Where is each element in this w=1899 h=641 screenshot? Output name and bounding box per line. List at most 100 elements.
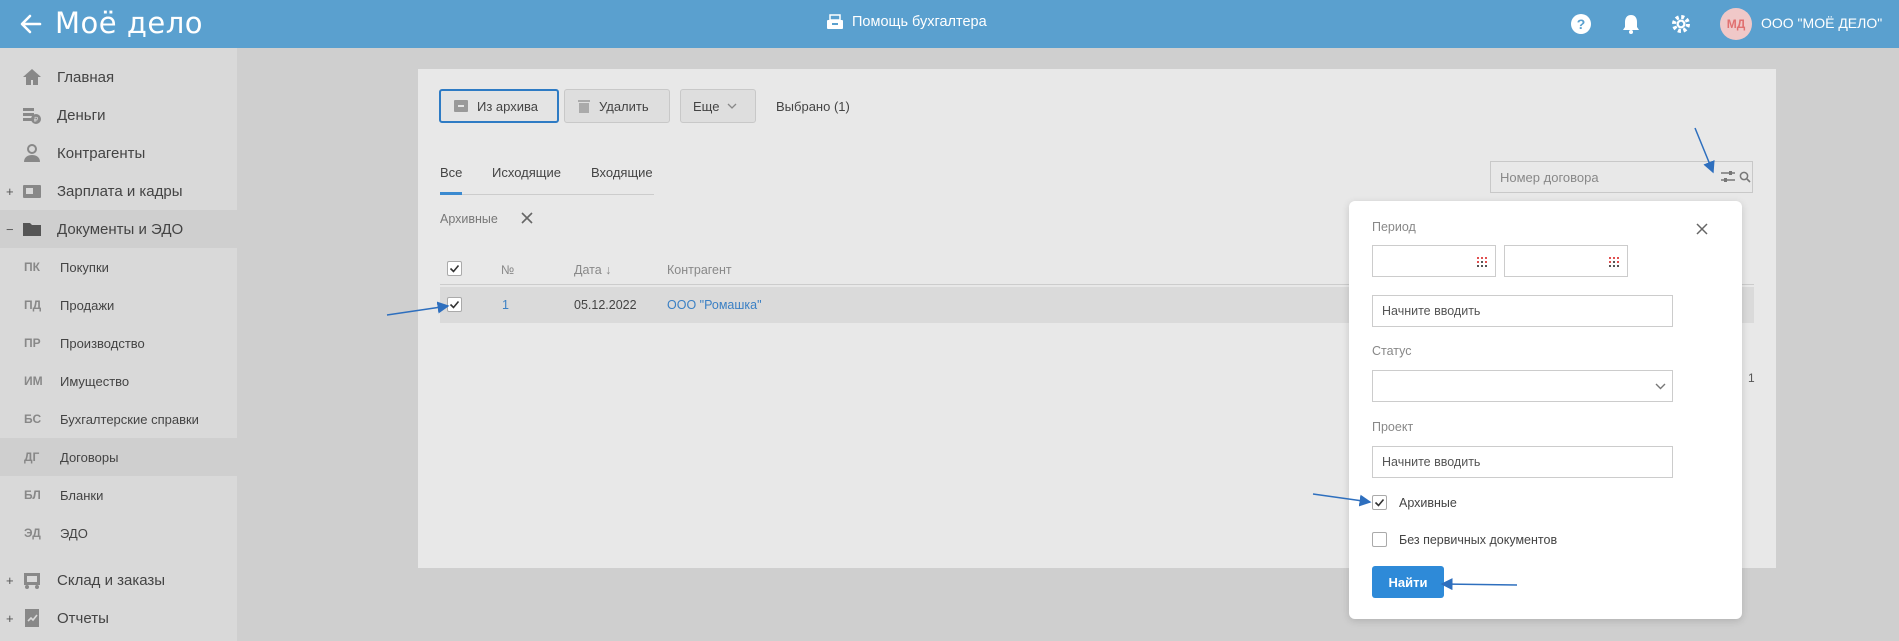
column-contractor[interactable]: Контрагент: [667, 263, 732, 277]
sidebar-item-label: Контрагенты: [57, 144, 146, 162]
sidebar-item-home[interactable]: Главная: [0, 58, 237, 96]
subitem-label: Производство: [60, 335, 145, 351]
contract-number-search-input[interactable]: Номер договора: [1490, 161, 1753, 193]
company-name[interactable]: ООО "МОЁ ДЕЛО": [1761, 15, 1882, 31]
column-date[interactable]: Дата ↓: [574, 263, 611, 277]
subitem-abbr: ПК: [24, 260, 40, 274]
sidebar-item-warehouse[interactable]: + Склад и заказы: [0, 561, 237, 599]
svg-text:?: ?: [1577, 16, 1586, 32]
delete-button[interactable]: Удалить: [564, 89, 670, 123]
subitem-abbr: ИМ: [24, 374, 43, 388]
archived-checkbox-label: Архивные: [1399, 495, 1457, 510]
sidebar-item-documents[interactable]: − Документы и ЭДО: [0, 210, 237, 248]
subitem-abbr: БЛ: [24, 488, 41, 502]
accountant-help-link[interactable]: Помощь бухгалтера: [826, 13, 987, 31]
sidebar-subitem-production[interactable]: ПР Производство: [0, 324, 237, 362]
back-arrow-icon[interactable]: [18, 11, 44, 37]
search-placeholder: Номер договора: [1500, 169, 1599, 185]
top-header: Моё дело Помощь бухгалтера ? МД ООО "МОЁ…: [0, 0, 1899, 48]
helper-label: Помощь бухгалтера: [852, 14, 987, 30]
no-primary-docs-checkbox[interactable]: [1372, 532, 1387, 547]
selected-count: Выбрано (1): [776, 99, 850, 114]
salary-icon: [23, 185, 41, 198]
filter-settings-icon[interactable]: [1720, 170, 1736, 184]
column-number[interactable]: №: [501, 263, 514, 277]
select-all-checkbox[interactable]: [447, 261, 462, 276]
notifications-bell-icon[interactable]: [1620, 13, 1642, 35]
svg-text:₽: ₽: [34, 116, 39, 124]
tab-all[interactable]: Все: [440, 165, 462, 195]
folder-icon: [23, 223, 41, 236]
sidebar-subitem-sales[interactable]: ПД Продажи: [0, 286, 237, 324]
tabs: Все Исходящие Входящие: [440, 165, 654, 195]
sidebar: Главная ₽ Деньги Контрагенты + Зарплата …: [0, 48, 237, 641]
sidebar-subitem-property[interactable]: ИМ Имущество: [0, 362, 237, 400]
project-label: Проект: [1372, 420, 1414, 434]
status-select[interactable]: [1372, 370, 1673, 402]
collapse-toggle[interactable]: −: [6, 222, 14, 237]
unarchive-button[interactable]: Из архива: [439, 89, 559, 123]
project-placeholder: Начните вводить: [1382, 455, 1481, 469]
archive-box-icon: [454, 100, 468, 112]
subitem-label: Продажи: [60, 297, 115, 313]
expand-toggle[interactable]: +: [6, 573, 14, 588]
calendar-icon[interactable]: [1609, 257, 1619, 267]
subitem-label: Имущество: [60, 373, 130, 389]
expand-toggle[interactable]: +: [6, 184, 14, 199]
project-autocomplete-input[interactable]: Начните вводить: [1372, 446, 1673, 478]
help-icon[interactable]: ?: [1570, 13, 1592, 35]
sidebar-item-money[interactable]: ₽ Деньги: [0, 96, 237, 134]
contractor-autocomplete-input[interactable]: Начните вводить: [1372, 295, 1673, 327]
contractor-placeholder: Начните вводить: [1382, 304, 1481, 318]
trash-icon: [578, 100, 590, 113]
subitem-label: ЭДО: [60, 525, 88, 541]
expand-toggle[interactable]: +: [6, 611, 14, 626]
row-contractor-link[interactable]: ООО "Ромашка": [667, 298, 762, 312]
sidebar-item-salary[interactable]: + Зарплата и кадры: [0, 172, 237, 210]
sidebar-item-label: Зарплата и кадры: [57, 182, 183, 200]
subitem-abbr: ПР: [24, 336, 41, 350]
more-dropdown[interactable]: Еще: [680, 89, 756, 123]
remove-filter-close-icon[interactable]: [519, 210, 535, 226]
search-icon[interactable]: [1739, 171, 1751, 183]
reports-icon: [25, 609, 39, 627]
sidebar-subitem-edo[interactable]: ЭД ЭДО: [0, 514, 237, 552]
unarchive-label: Из архива: [477, 98, 538, 114]
sidebar-item-contractors[interactable]: Контрагенты: [0, 134, 237, 172]
subitem-abbr: БС: [24, 412, 42, 426]
tab-incoming[interactable]: Входящие: [591, 165, 653, 195]
sidebar-subitem-contracts[interactable]: ДГ Договоры: [0, 438, 237, 476]
user-avatar[interactable]: МД: [1720, 8, 1752, 40]
sidebar-item-label: Деньги: [57, 106, 106, 124]
subitem-abbr: ДГ: [24, 450, 40, 464]
settings-gear-icon[interactable]: [1670, 13, 1692, 35]
archived-checkbox[interactable]: [1372, 495, 1387, 510]
chevron-down-icon: [1655, 383, 1666, 390]
close-popup-icon[interactable]: [1694, 221, 1710, 237]
subitem-label: Договоры: [60, 449, 119, 465]
period-label: Период: [1372, 220, 1416, 234]
app-logo[interactable]: Моё дело: [55, 6, 203, 40]
sidebar-subitem-accounting-notes[interactable]: БС Бухгалтерские справки: [0, 400, 237, 438]
checkmark-icon: [1374, 498, 1385, 507]
no-primary-docs-checkbox-row[interactable]: Без первичных документов: [1372, 532, 1557, 547]
calendar-icon[interactable]: [1477, 257, 1487, 267]
row-checkbox[interactable]: [447, 297, 462, 312]
archived-checkbox-row[interactable]: Архивные: [1372, 495, 1457, 510]
sidebar-subitem-forms[interactable]: БЛ Бланки: [0, 476, 237, 514]
status-label: Статус: [1372, 344, 1412, 358]
no-primary-docs-label: Без первичных документов: [1399, 532, 1558, 547]
pagination-page[interactable]: 1: [1748, 371, 1755, 385]
period-start-date-input[interactable]: [1372, 245, 1496, 277]
sidebar-item-label: Документы и ЭДО: [57, 220, 184, 238]
sidebar-subitem-purchases[interactable]: ПК Покупки: [0, 248, 237, 286]
cash-register-icon: [827, 14, 843, 29]
sidebar-item-reports[interactable]: + Отчеты: [0, 599, 237, 637]
period-end-date-input[interactable]: [1504, 245, 1628, 277]
find-button[interactable]: Найти: [1372, 566, 1444, 598]
subitem-label: Бухгалтерские справки: [60, 411, 199, 427]
row-number-link[interactable]: 1: [502, 298, 509, 312]
chevron-down-icon: [727, 103, 737, 109]
money-icon: ₽: [23, 108, 41, 124]
tab-outgoing[interactable]: Исходящие: [492, 165, 561, 195]
